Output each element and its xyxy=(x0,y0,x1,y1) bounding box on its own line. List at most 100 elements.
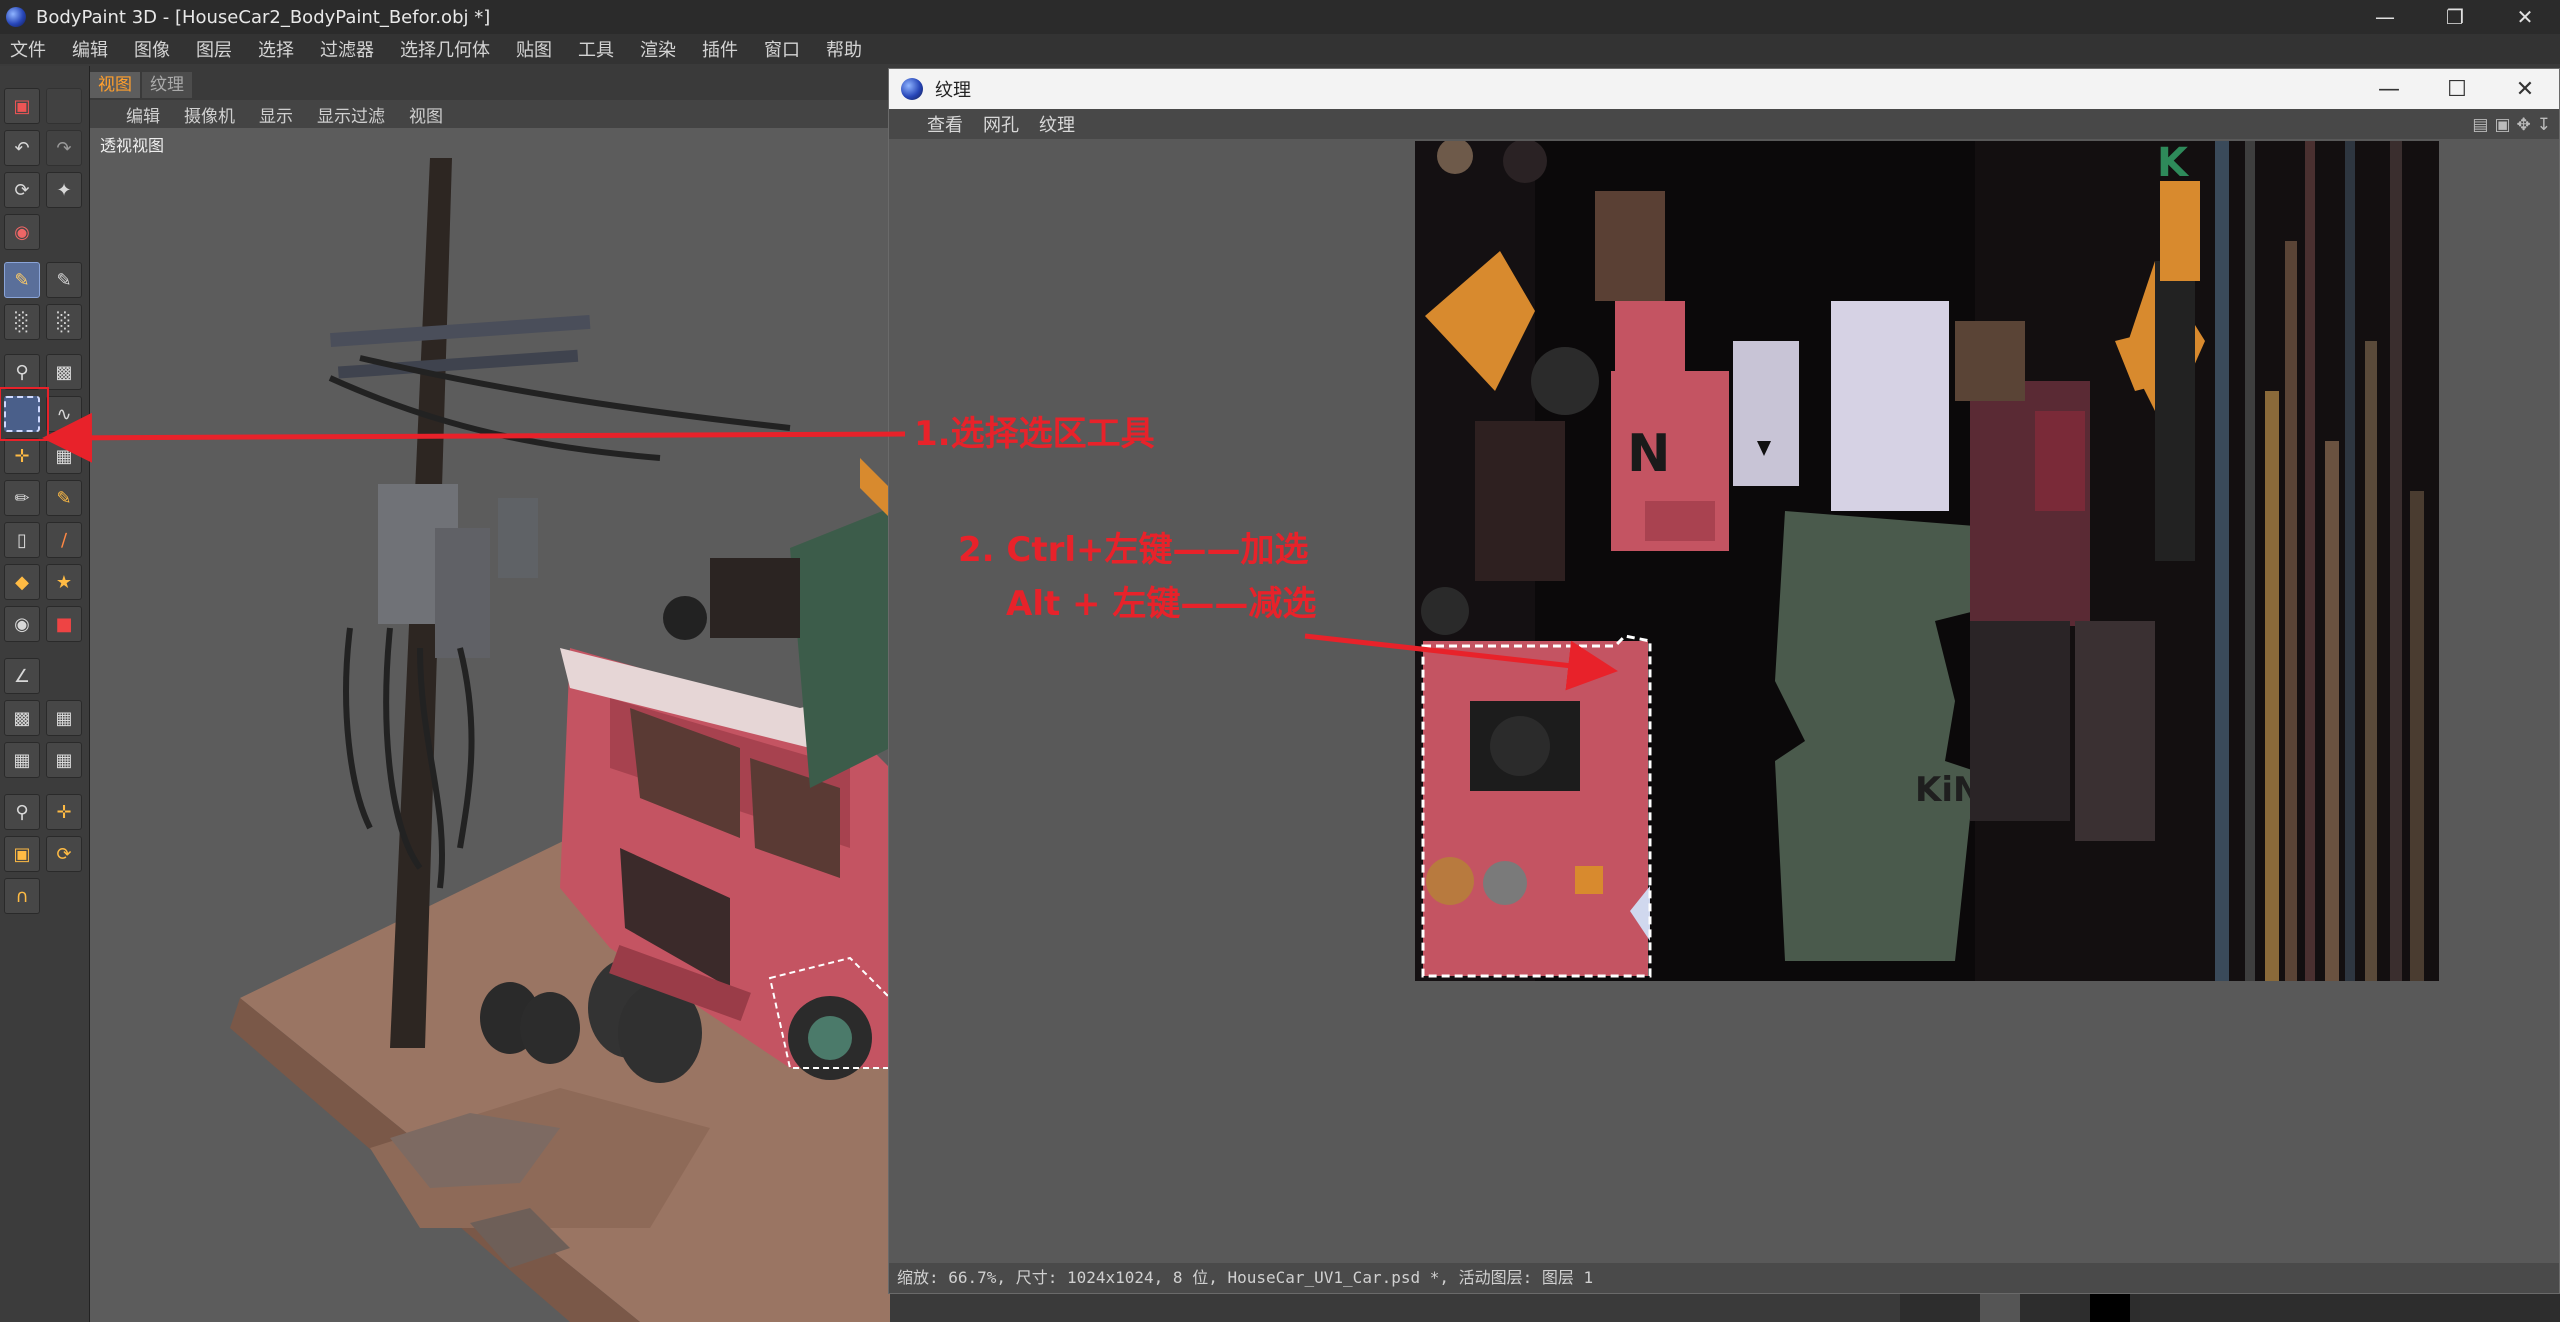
pencil-icon[interactable]: ✏ xyxy=(4,480,40,516)
close-button[interactable]: ✕ xyxy=(2490,0,2560,34)
zoom-down-icon[interactable]: ↧ xyxy=(2537,115,2551,135)
menu-file[interactable]: 文件 xyxy=(10,36,46,62)
window-title: BodyPaint 3D - [HouseCar2_BodyPaint_Befo… xyxy=(36,6,491,28)
menu-tools[interactable]: 工具 xyxy=(578,36,614,62)
layout-icon[interactable]: ▣ xyxy=(4,88,40,124)
viewport-menu-camera[interactable]: 摄像机 xyxy=(184,102,235,127)
title-bar: BodyPaint 3D - [HouseCar2_BodyPaint_Befo… xyxy=(0,0,2560,34)
viewport-menu: 编辑 摄像机 显示 显示过滤 视图 xyxy=(90,100,890,128)
texture-menu-texture[interactable]: 纹理 xyxy=(1039,111,1075,137)
redo-icon[interactable]: ↷ xyxy=(46,130,82,166)
tab-view[interactable]: 视图 xyxy=(90,72,140,98)
tab-texture[interactable]: 纹理 xyxy=(142,72,192,98)
menu-edit[interactable]: 编辑 xyxy=(72,36,108,62)
white-panel-2 xyxy=(1831,301,1949,511)
pan-icon[interactable]: ✥ xyxy=(2517,115,2531,135)
swatch-black[interactable] xyxy=(2090,1294,2130,1322)
magnify-icon[interactable]: ⚲ xyxy=(4,354,40,390)
annotation-step2-line2: Alt + 左键——减选 xyxy=(1006,584,1317,624)
star-icon[interactable]: ★ xyxy=(46,564,82,600)
color-circle-icon[interactable]: ◉ xyxy=(4,606,40,642)
uv-points-icon[interactable]: ▩ xyxy=(4,700,40,736)
pink-selected-island xyxy=(1423,641,1648,976)
viewport-menu-filter[interactable]: 显示过滤 xyxy=(317,102,385,127)
menu-help[interactable]: 帮助 xyxy=(826,36,862,62)
texture-window-titlebar: 纹理 — ☐ ✕ xyxy=(889,69,2559,109)
minimize-button[interactable]: — xyxy=(2350,0,2420,34)
swatch-gray[interactable] xyxy=(1980,1294,2020,1322)
menu-bar: 文件 编辑 图像 图层 选择 过滤器 选择几何体 贴图 工具 渲染 插件 窗口 … xyxy=(0,34,2560,64)
eyedropper-icon[interactable]: ∕ xyxy=(46,522,82,558)
left-toolbar: ▣ ↶ ↷ ⟳ ✦ ◉ ✎ ✎ ░ ░ ⚲ ▩ ∿ ✛ ▦ ✏ ✎ ▯ ∕ ◆ … xyxy=(0,66,90,1322)
bottom-color-strip xyxy=(1900,1294,2560,1322)
rectangle-selection-icon[interactable] xyxy=(4,396,40,432)
texture-view-tools: ▤ ▣ ✥ ↧ xyxy=(2472,115,2551,135)
lasso-icon[interactable]: ∿ xyxy=(46,396,82,432)
paint-3d-icon[interactable]: ✎ xyxy=(4,262,40,298)
undo-icon[interactable]: ↶ xyxy=(4,130,40,166)
uv-edges-icon[interactable]: ▦ xyxy=(46,700,82,736)
texture-maximize-button[interactable]: ☐ xyxy=(2423,69,2491,109)
live-selection-icon[interactable]: ⚲ xyxy=(4,794,40,830)
texture-menu-mesh[interactable]: 网孔 xyxy=(983,111,1019,137)
perspective-viewport[interactable]: 透视视图 xyxy=(90,128,890,1322)
move-icon[interactable]: ✛ xyxy=(4,438,40,474)
refresh-icon[interactable]: ⟳ xyxy=(4,172,40,208)
annotation-step1: 1.选择选区工具 xyxy=(914,414,1155,454)
annotation-step2-line1: 2. Ctrl+左键——加选 xyxy=(958,530,1309,570)
uv-move-icon[interactable]: ✛ xyxy=(46,794,82,830)
meter-box xyxy=(498,498,538,578)
checker-icon[interactable]: ▦ xyxy=(46,438,82,474)
blank-tool-icon[interactable] xyxy=(46,88,82,124)
histogram-icon[interactable]: ▤ xyxy=(2472,115,2488,135)
texture-window-title: 纹理 xyxy=(935,80,971,101)
svg-text:K: K xyxy=(2157,141,2190,186)
texture-close-button[interactable]: ✕ xyxy=(2491,69,2559,109)
magic-wand-icon[interactable]: ✦ xyxy=(46,172,82,208)
3d-scene xyxy=(230,158,890,1322)
svg-text:N: N xyxy=(1627,424,1671,484)
paint-brush-icon[interactable]: ✎ xyxy=(46,262,82,298)
uv-angle-icon[interactable]: ∠ xyxy=(4,658,40,694)
menu-select[interactable]: 选择 xyxy=(258,36,294,62)
menu-image[interactable]: 图像 xyxy=(134,36,170,62)
texture-menu-bar: 查看 网孔 纹理 xyxy=(889,109,2559,139)
view-tabs: 视图 纹理 xyxy=(90,72,194,98)
restore-button[interactable]: ❐ xyxy=(2420,0,2490,34)
texture-window: 纹理 — ☐ ✕ 查看 网孔 纹理 ▤ ▣ ✥ ↧ N KiN K 缩放: 66… xyxy=(888,68,2560,1294)
green-uv-island xyxy=(1775,511,1975,961)
lock-icon[interactable]: ▣ xyxy=(2494,115,2510,135)
uv-rotate-icon[interactable]: ⟳ xyxy=(46,836,82,872)
fill-bucket-icon[interactable]: ◆ xyxy=(4,564,40,600)
texture-minimize-button[interactable]: — xyxy=(2355,69,2423,109)
texture-menu-view[interactable]: 查看 xyxy=(927,111,963,137)
smudge-brush-icon[interactable]: ✎ xyxy=(46,480,82,516)
menu-texture[interactable]: 贴图 xyxy=(516,36,552,62)
uv-scale-icon[interactable]: ▣ xyxy=(4,836,40,872)
render-icon[interactable]: ◉ xyxy=(4,214,40,250)
eraser-icon[interactable]: ▯ xyxy=(4,522,40,558)
magnet-icon[interactable]: ∩ xyxy=(4,878,40,914)
clapper-icon[interactable]: ▩ xyxy=(46,354,82,390)
viewport-menu-display[interactable]: 显示 xyxy=(259,102,293,127)
uv-grid-icon[interactable]: ▦ xyxy=(46,742,82,778)
white-panel-1 xyxy=(1733,341,1799,486)
menu-select-geometry[interactable]: 选择几何体 xyxy=(400,36,490,62)
uv-map: N KiN K xyxy=(1415,141,2439,981)
viewport-menu-edit[interactable]: 编辑 xyxy=(126,102,160,127)
pole-crossarm xyxy=(330,314,591,348)
orange-sign xyxy=(860,458,890,518)
uv-polygons-icon[interactable]: ▦ xyxy=(4,742,40,778)
uv-texture-canvas[interactable]: N KiN K xyxy=(1415,141,2439,981)
menu-render[interactable]: 渲染 xyxy=(640,36,676,62)
menu-layer[interactable]: 图层 xyxy=(196,36,232,62)
bodypaint-small-icon xyxy=(901,78,923,100)
menu-filter[interactable]: 过滤器 xyxy=(320,36,374,62)
viewport-menu-view[interactable]: 视图 xyxy=(409,102,443,127)
color-swatches-icon[interactable]: ■ xyxy=(46,606,82,642)
menu-plugins[interactable]: 插件 xyxy=(702,36,738,62)
projection-paint-icon[interactable]: ░ xyxy=(4,304,40,340)
bodypaint-app-icon xyxy=(6,7,26,27)
menu-window[interactable]: 窗口 xyxy=(764,36,800,62)
projection-paint-2-icon[interactable]: ░ xyxy=(46,304,82,340)
